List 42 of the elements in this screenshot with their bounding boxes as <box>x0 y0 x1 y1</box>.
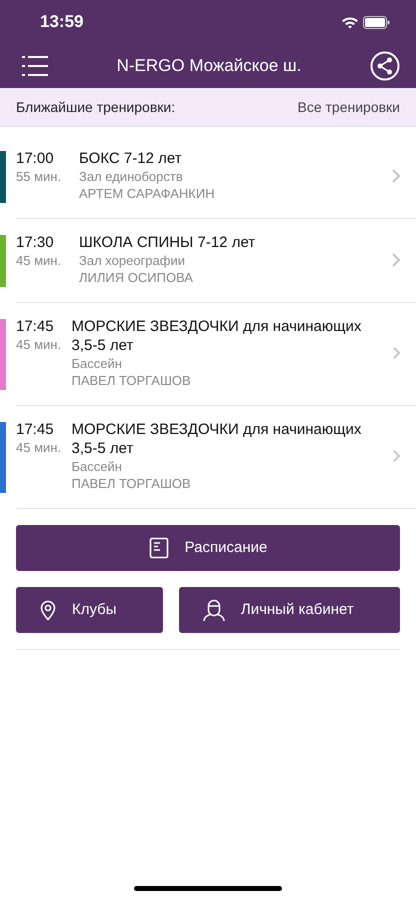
training-row[interactable]: 17:45 45 мин. МОРСКИЕ ЗВЕЗДОЧКИ для начинающих 3,5-5 лет Бассейн ПАВЕЛ ТОРГАШОВ <box>16 406 416 509</box>
document-icon <box>148 537 169 559</box>
room-name: Зал единоборств <box>79 168 184 185</box>
coach-name: ПАВЕЛ ТОРГАШОВ <box>71 372 192 389</box>
chevron-icon <box>392 252 400 266</box>
start-time: 17:45 <box>16 420 55 439</box>
person-icon <box>202 598 225 622</box>
battery-icon <box>363 16 390 28</box>
coach-name: ЛИЛИЯ ОСИПОВА <box>79 269 194 286</box>
training-title: ШКОЛА СПИНЫ 7-12 лет <box>79 233 256 252</box>
start-time: 17:30 <box>16 233 55 252</box>
chevron-icon <box>392 168 400 182</box>
start-time: 17:45 <box>16 317 55 336</box>
training-title: МОРСКИЕ ЗВЕЗДОЧКИ для начинающих 3,5-5 лет <box>71 420 362 458</box>
room-name: Бассейн <box>71 355 123 372</box>
coach-name: АРТЕМ САРАФАНКИН <box>79 185 216 202</box>
training-title: БОКС 7-12 лет <box>79 149 183 168</box>
header-title: N-ERGO Можайское ш. <box>116 55 302 78</box>
training-row[interactable]: 17:45 45 мин. МОРСКИЕ ЗВЕЗДОЧКИ для начинающих 3,5-5 лет Бассейн ПАВЕЛ ТОРГАШОВ <box>16 303 416 406</box>
duration: 45 мин. <box>16 336 62 353</box>
profile-button[interactable]: Личный кабинет <box>178 587 400 633</box>
clubs-button[interactable]: Клубы <box>16 587 163 633</box>
share-icon[interactable] <box>370 51 400 81</box>
training-row[interactable]: 17:30 45 мин. ШКОЛА СПИНЫ 7-12 лет Зал хореографии ЛИЛИЯ ОСИПОВА <box>16 219 416 303</box>
section-label: Ближайшие тренировки: <box>16 98 176 117</box>
training-title: МОРСКИЕ ЗВЕЗДОЧКИ для начинающих 3,5-5 лет <box>71 317 362 355</box>
menu-icon[interactable] <box>22 56 48 76</box>
all-trainings-link[interactable]: Все тренировки <box>297 96 400 118</box>
duration: 45 мин. <box>16 252 62 269</box>
room-name: Зал хореографии <box>79 252 186 269</box>
chevron-icon <box>392 346 400 360</box>
schedule-button[interactable]: Расписание <box>16 525 400 571</box>
start-time: 17:00 <box>16 149 55 168</box>
wifi-icon <box>341 16 359 28</box>
room-name: Бассейн <box>71 458 123 475</box>
coach-name: ПАВЕЛ ТОРГАШОВ <box>71 475 192 492</box>
duration: 45 мин. <box>16 439 62 456</box>
duration: 55 мин. <box>16 168 62 185</box>
training-row[interactable]: 17:00 55 мин. БОКС 7-12 лет Зал единоборств АРТЕМ САРАФАНКИН <box>16 135 416 219</box>
chevron-icon <box>392 449 400 463</box>
status-time: 13:59 <box>40 11 84 34</box>
location-pin-icon <box>40 600 56 620</box>
